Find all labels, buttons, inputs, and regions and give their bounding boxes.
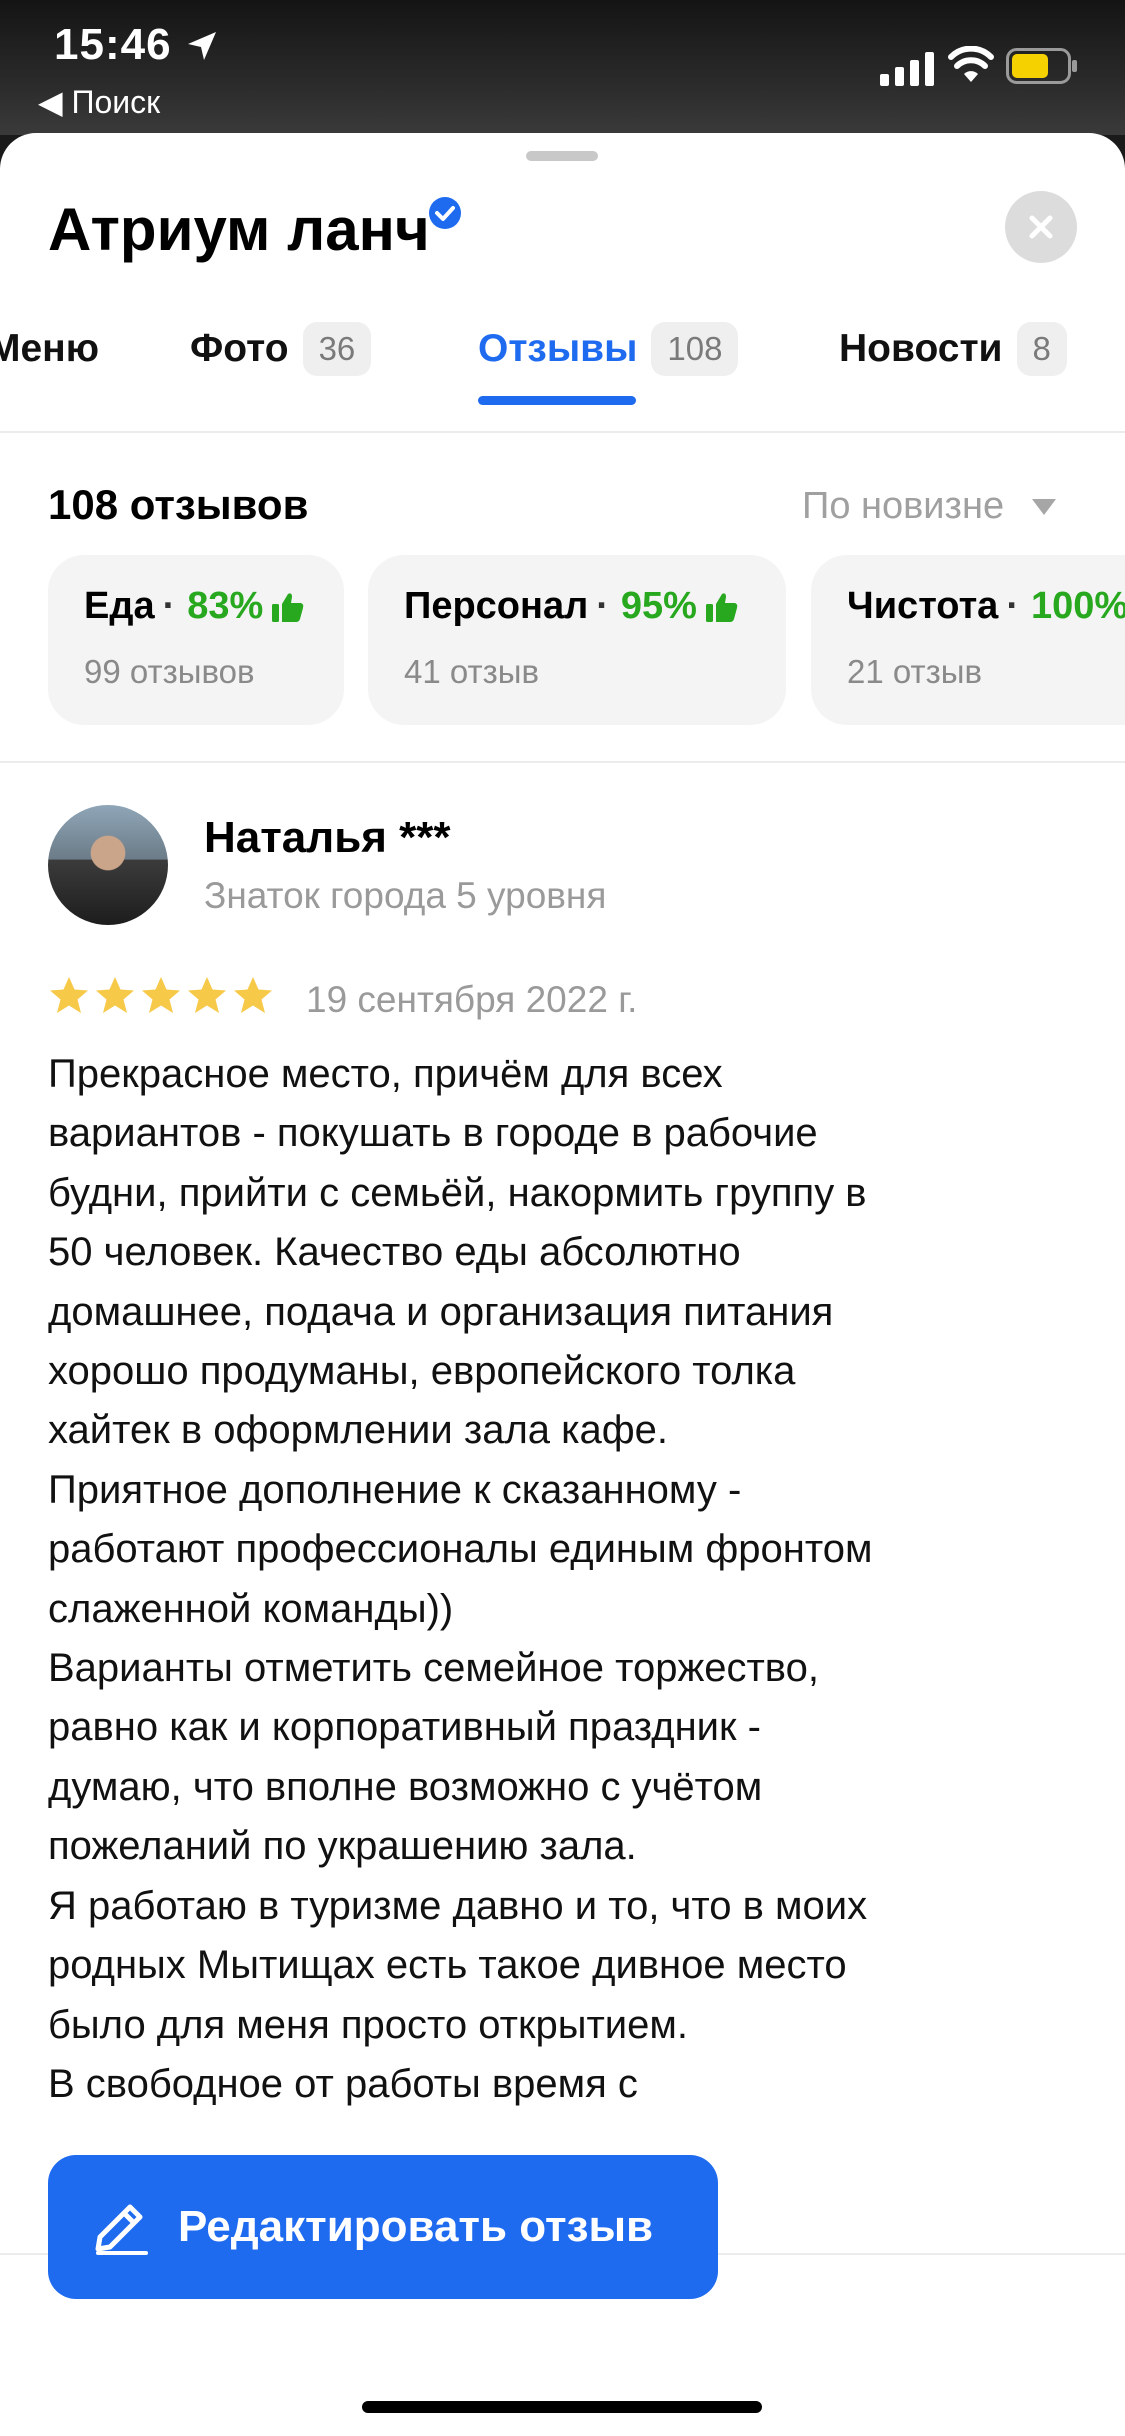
category-card-staff[interactable]: Персонал · 95% 41 отзыв (368, 555, 786, 725)
avatar[interactable] (48, 805, 168, 925)
category-card-food[interactable]: Еда · 83% 99 отзывов (48, 555, 344, 725)
star-icon (188, 977, 226, 1013)
category-reviews-count: 21 отзыв (847, 653, 982, 690)
sheet-grabber[interactable] (526, 151, 598, 161)
separator-dot: · (1006, 585, 1019, 627)
close-icon (1029, 215, 1053, 239)
edit-review-button[interactable]: Редактировать отзыв (48, 2155, 718, 2299)
tab-photos[interactable]: Фото 36 (190, 319, 372, 379)
category-title: Чистота · 100% (847, 585, 1125, 628)
review-date: 19 сентября 2022 г. (306, 979, 638, 1020)
tab-reviews[interactable]: Отзывы 108 (478, 319, 739, 379)
category-title: Персонал · 95% (404, 585, 739, 628)
divider (0, 431, 1125, 433)
reviews-count: 108 отзывов (48, 481, 309, 528)
thumbs-up-icon (272, 592, 304, 622)
back-to-search-link[interactable]: ◀ Поиск (38, 83, 160, 121)
cellular-signal-icon (880, 52, 934, 86)
divider (0, 761, 1125, 763)
verified-check-icon (429, 197, 461, 229)
tab-count: 8 (1016, 322, 1067, 376)
sort-label: По новизне (802, 485, 1005, 527)
place-card-sheet: Атриум ланч Меню Фото 36 Отзывы 108 Ново… (0, 133, 1125, 2436)
edit-review-label: Редактировать отзыв (178, 2202, 654, 2251)
star-icon (142, 977, 180, 1013)
star-icon (50, 977, 88, 1013)
wifi-icon (948, 46, 994, 82)
status-time: 15:46 (54, 20, 172, 69)
category-name: Еда (84, 585, 155, 627)
category-percent: 95% (620, 585, 697, 627)
tab-label: Меню (0, 327, 100, 370)
star-icon (234, 977, 272, 1013)
tab-menu[interactable]: Меню (0, 319, 99, 379)
category-percent: 100% (1030, 585, 1125, 627)
home-indicator (362, 2401, 762, 2413)
tab-label: Фото (190, 327, 289, 370)
close-button[interactable] (1005, 191, 1077, 263)
tab-count: 36 (302, 322, 372, 376)
chevron-down-icon (1032, 498, 1057, 515)
active-tab-indicator (478, 396, 636, 405)
tab-label: Новости (839, 327, 1003, 370)
star-icon (96, 977, 134, 1013)
rating-stars (48, 975, 278, 1015)
category-reviews-count: 99 отзывов (84, 653, 255, 690)
battery-icon (1006, 48, 1077, 84)
author-level: Знаток города 5 уровня (204, 875, 607, 916)
place-title: Атриум ланч (48, 196, 430, 263)
separator-dot: · (162, 585, 176, 627)
category-reviews-count: 41 отзыв (404, 653, 539, 690)
category-name: Чистота (847, 585, 999, 627)
pencil-icon (95, 2204, 148, 2255)
tab-label: Отзывы (478, 327, 638, 370)
thumbs-up-icon (705, 592, 738, 622)
category-name: Персонал (404, 585, 589, 627)
category-title: Еда · 83% (84, 585, 305, 628)
category-percent: 83% (187, 585, 264, 627)
review-text: Прекрасное место, причём для всех вариан… (48, 1052, 873, 2106)
separator-dot: · (596, 585, 609, 627)
tab-news[interactable]: Новости 8 (839, 319, 1067, 379)
review-author[interactable]: Наталья *** (204, 813, 451, 863)
location-arrow-icon (188, 32, 216, 60)
category-card-cleanliness[interactable]: Чистота · 100% 21 отзыв (811, 555, 1125, 725)
tab-count: 108 (651, 322, 739, 376)
status-bar: 15:46 ◀ Поиск (0, 0, 1125, 135)
sort-dropdown[interactable]: По новизне (802, 485, 1057, 528)
